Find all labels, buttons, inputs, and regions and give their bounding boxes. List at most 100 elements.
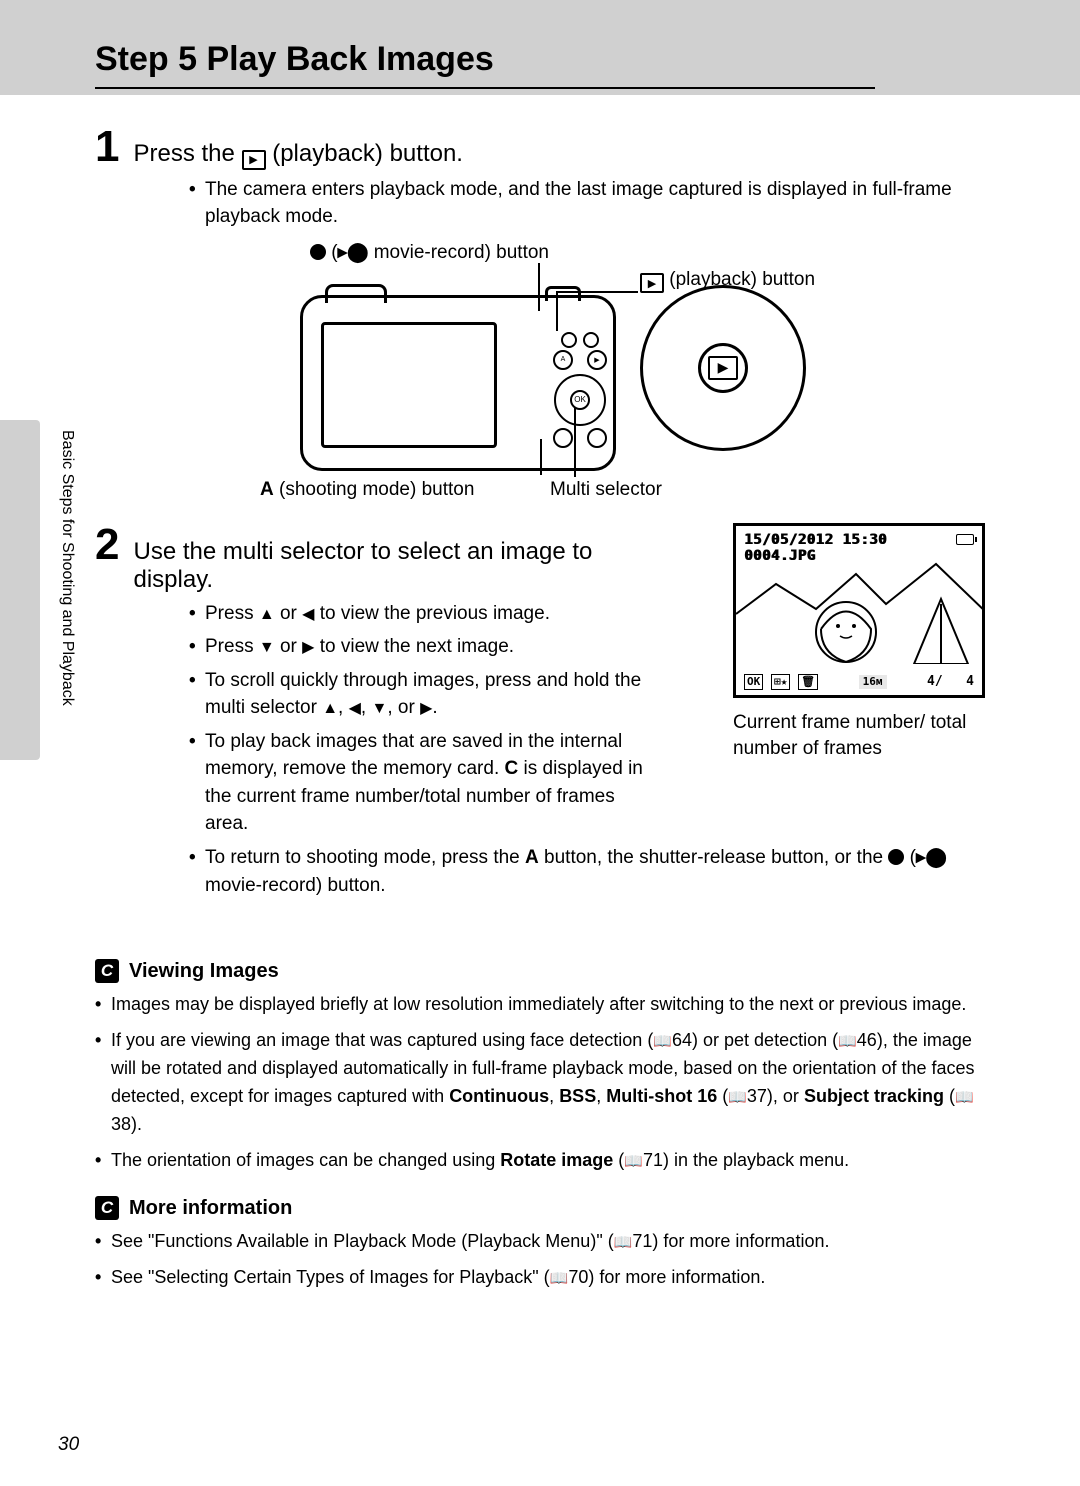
multi-selector-label: Multi selector xyxy=(550,479,662,501)
vb2-s1: , xyxy=(549,1086,559,1106)
lcd-preview: 15/05/2012 15:30 0004.JPG OK xyxy=(733,523,985,763)
step-2-bullet-4: To play back images that are saved in th… xyxy=(189,728,655,838)
up-arrow-icon: ▲ xyxy=(322,700,338,717)
shooting-mode-label: A (shooting mode) button xyxy=(260,479,474,501)
frame-total: 4 xyxy=(966,674,974,689)
camera-button: ▶ xyxy=(587,350,607,370)
note-icon: C xyxy=(95,959,119,983)
b5-pre: To return to shooting mode, press the xyxy=(205,847,525,868)
step-2-bullet-1: Press ▲ or ◀ to view the previous image. xyxy=(189,600,655,628)
page-title: Step 5 Play Back Images xyxy=(95,40,875,89)
more-bullet-1: See "Functions Available in Playback Mod… xyxy=(95,1228,985,1256)
vb2-bold2: BSS xyxy=(559,1086,596,1106)
lcd-caption: Current frame number/ total number of fr… xyxy=(733,710,985,763)
b2-post: to view the next image. xyxy=(314,636,514,657)
camera-button xyxy=(553,428,573,448)
camera-button xyxy=(587,428,607,448)
battery-icon xyxy=(956,534,974,545)
left-arrow-icon: ◀ xyxy=(349,700,361,717)
trash-badge: 🗑 xyxy=(798,674,818,690)
vb3-ref: 71) in the playback menu. xyxy=(643,1150,849,1170)
b1-post: to view the previous image. xyxy=(314,603,550,624)
book-icon: 📖 xyxy=(653,1030,672,1053)
vb2-r1: 64) or pet detection ( xyxy=(672,1030,838,1050)
right-arrow-icon: ▶ xyxy=(302,639,314,656)
book-icon: 📖 xyxy=(624,1150,643,1173)
viewing-images-title: Viewing Images xyxy=(129,960,279,983)
up-arrow-icon: ▲ xyxy=(259,606,275,623)
step-1-title-pre: Press the xyxy=(133,140,241,167)
record-dot-icon xyxy=(310,244,326,260)
step-2-bullet-3: To scroll quickly through images, press … xyxy=(189,667,655,722)
camera-shutter xyxy=(325,284,387,303)
b1-mid: or xyxy=(275,603,302,624)
playback-detail-circle: ▶ xyxy=(640,285,806,451)
sample-image-illustration xyxy=(736,554,985,664)
book-icon: 📖 xyxy=(955,1086,974,1109)
vb2-r3: ( xyxy=(717,1086,728,1106)
vb2-bold1: Continuous xyxy=(449,1086,549,1106)
playback-icon: ▶ xyxy=(708,356,738,380)
side-tab-bg xyxy=(0,420,40,760)
step-1-bullet: The camera enters playback mode, and the… xyxy=(189,176,985,231)
camera-screen xyxy=(321,322,497,448)
b3end: . xyxy=(432,697,437,718)
ok-badge: OK xyxy=(744,674,763,690)
vb2-bold3: Multi-shot 16 xyxy=(606,1086,717,1106)
vb2-r3b: 37), or xyxy=(747,1086,804,1106)
down-arrow-icon: ▼ xyxy=(371,700,387,717)
note-icon: C xyxy=(95,1196,119,1220)
step-1-title-post: (playback) button. xyxy=(272,140,463,167)
a-icon: A xyxy=(525,847,539,868)
c-icon: C xyxy=(505,758,519,779)
book-icon: 📖 xyxy=(550,1267,569,1290)
mb1-post: 71) for more information. xyxy=(632,1231,829,1251)
vb3-post: ( xyxy=(613,1150,624,1170)
more-bullet-2: See "Selecting Certain Types of Images f… xyxy=(95,1264,985,1292)
camera-zoom-lever xyxy=(545,286,581,301)
step-2: 2 Use the multi selector to select an im… xyxy=(95,523,985,899)
movie-record-glyph: ▸⬤ xyxy=(916,844,947,872)
book-icon: 📖 xyxy=(728,1086,747,1109)
frame-counter: 4/ 4 xyxy=(927,674,974,689)
b3s1: , xyxy=(338,697,349,718)
camera-small-button xyxy=(561,332,577,348)
lcd-date: 15/05/2012 15:30 xyxy=(744,532,974,548)
book-icon: 📖 xyxy=(614,1231,633,1254)
step-1-title: Press the ▶ (playback) button. xyxy=(133,140,463,170)
mode-badge: 16м xyxy=(859,675,887,689)
step-1: 1 Press the ▶ (playback) button. The cam… xyxy=(95,125,985,501)
shooting-mode-text: (shooting mode) button xyxy=(274,479,475,500)
frame-sep: / xyxy=(935,674,943,689)
camera-diagram: (▸⬤ movie-record) button ▶ (playback) bu… xyxy=(250,241,830,501)
record-dot-icon xyxy=(888,849,904,865)
b2-mid: or xyxy=(275,636,302,657)
down-arrow-icon: ▼ xyxy=(259,639,275,656)
b2-pre: Press xyxy=(205,636,259,657)
step-2-bullet-2: Press ▼ or ▶ to view the next image. xyxy=(189,633,655,661)
b5-paren: ( xyxy=(904,847,916,868)
playback-icon: ▶ xyxy=(640,273,664,293)
shooting-mode-a: A xyxy=(260,479,274,500)
b3or: , or xyxy=(387,697,420,718)
more-info-title: More information xyxy=(129,1197,292,1220)
step-1-number: 1 xyxy=(95,125,119,169)
vb2-r4: ( xyxy=(944,1086,955,1106)
viewing-bullet-3: The orientation of images can be changed… xyxy=(95,1147,985,1175)
viewing-images-note: C Viewing Images Images may be displayed… xyxy=(95,959,985,1292)
b1-pre: Press xyxy=(205,603,259,624)
frame-current: 4 xyxy=(927,674,935,689)
lcd-screen: 15/05/2012 15:30 0004.JPG OK xyxy=(733,523,985,698)
viewing-bullet-2: If you are viewing an image that was cap… xyxy=(95,1027,985,1139)
camera-body: A ▶ OK xyxy=(300,295,616,471)
header-band: Step 5 Play Back Images xyxy=(0,0,1080,95)
vb3-bold: Rotate image xyxy=(500,1150,613,1170)
vb2-s2: , xyxy=(596,1086,606,1106)
playback-detail-inner: ▶ xyxy=(698,343,748,393)
step-2-title: Use the multi selector to select an imag… xyxy=(133,538,655,594)
vb2-r4b: 38). xyxy=(111,1114,142,1134)
b5-mid: button, the shutter-release button, or t… xyxy=(539,847,889,868)
multi-selector-icon: OK xyxy=(554,374,606,426)
zoom-badge: ⊞★ xyxy=(771,674,790,690)
mb2-pre: See "Selecting Certain Types of Images f… xyxy=(111,1267,550,1287)
